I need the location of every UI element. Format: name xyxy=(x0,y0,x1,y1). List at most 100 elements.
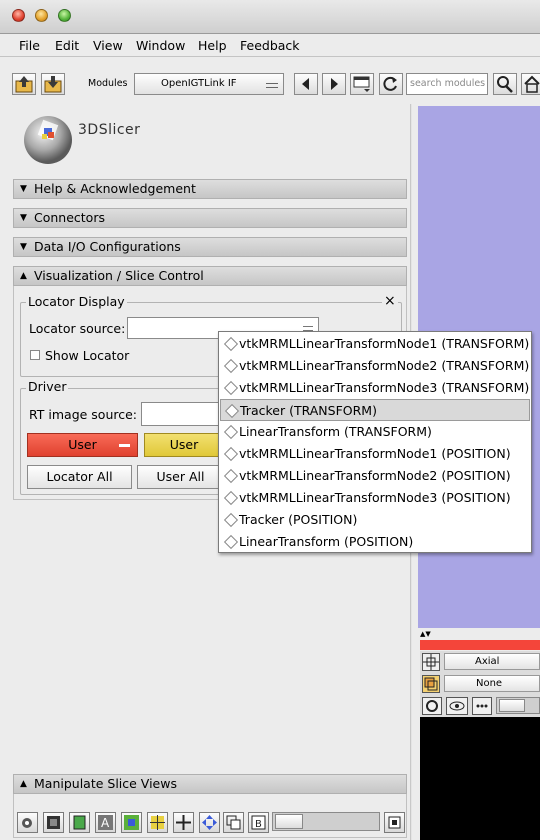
next-module-button[interactable] xyxy=(322,73,346,95)
slice-layer-button[interactable] xyxy=(422,675,440,693)
layer-toggle-button[interactable] xyxy=(384,812,405,833)
slice-controller: Axial None xyxy=(420,651,540,717)
menu-feedback[interactable]: Feedback xyxy=(240,38,300,53)
close-window-button[interactable] xyxy=(12,9,25,22)
locator-display-title: Locator Display xyxy=(26,294,127,309)
section-connectors-header[interactable]: ▼ Connectors xyxy=(13,208,407,228)
show-locator-checkbox[interactable] xyxy=(30,350,40,360)
slice-layout-button[interactable] xyxy=(43,812,64,833)
collapse-triangle-icon: ▼ xyxy=(20,242,27,252)
section-manipulate-header[interactable]: ▲ Manipulate Slice Views xyxy=(13,774,407,794)
section-visualization-header[interactable]: ▲ Visualization / Slice Control xyxy=(13,266,407,286)
folder-up-icon xyxy=(15,76,33,93)
slice-layer-value: None xyxy=(476,678,503,689)
red-slice-viewer[interactable] xyxy=(420,717,540,840)
dropdown-handle-icon xyxy=(266,83,278,88)
show-locator-label: Show Locator xyxy=(45,348,130,363)
expand-triangle-icon: ▲ xyxy=(20,271,27,281)
dropdown-option[interactable]: vtkMRMLLinearTransformNode1 (POSITION) xyxy=(220,443,530,465)
dropdown-option[interactable]: vtkMRMLLinearTransformNode3 (TRANSFORM) xyxy=(220,377,530,399)
menu-help[interactable]: Help xyxy=(198,38,227,53)
user-all-button[interactable]: User All xyxy=(137,465,224,489)
dropdown-option-highlighted[interactable]: Tracker (TRANSFORM) xyxy=(220,399,530,421)
slice-more-button[interactable] xyxy=(472,697,492,715)
close-icon[interactable]: × xyxy=(382,293,398,309)
window-title-bar xyxy=(0,0,540,34)
slicer-logo-icon xyxy=(18,108,78,168)
module-history-button[interactable] xyxy=(350,73,374,95)
refresh-button[interactable] xyxy=(379,73,403,95)
arrow-right-icon xyxy=(331,78,338,90)
modules-select[interactable]: OpenIGTLink IF xyxy=(134,73,284,95)
dropdown-option[interactable]: vtkMRMLLinearTransformNode2 (POSITION) xyxy=(220,465,530,487)
arrow-left-icon xyxy=(302,78,309,90)
section-help-header[interactable]: ▼ Help & Acknowledgement xyxy=(13,179,407,199)
overlay-squares-icon xyxy=(226,815,241,830)
annotation-button[interactable]: A xyxy=(95,812,116,833)
locator-all-button[interactable]: Locator All xyxy=(27,465,132,489)
module-selected-value: OpenIGTLink IF xyxy=(161,78,237,89)
toolbar: Modules OpenIGTLink IF search modules xyxy=(0,65,540,103)
menu-view[interactable]: View xyxy=(93,38,123,53)
search-button[interactable] xyxy=(493,73,517,95)
opacity-slider[interactable] xyxy=(272,812,380,831)
driver-user-red-button[interactable]: User xyxy=(27,433,138,457)
green-slice-button[interactable] xyxy=(69,812,90,833)
locator-source-dropdown-list: vtkMRMLLinearTransformNode1 (TRANSFORM) … xyxy=(218,331,532,553)
menu-window[interactable]: Window xyxy=(136,38,185,53)
search-modules-input[interactable]: search modules xyxy=(406,73,488,95)
opacity-slider-thumb[interactable] xyxy=(275,814,303,829)
slicer-logo-text: 3DSlicer xyxy=(78,122,141,138)
layer-b-icon: B xyxy=(251,815,266,830)
link-icon xyxy=(426,700,438,712)
slice-fit-button[interactable] xyxy=(422,653,440,671)
viewer-collapse-icon[interactable]: ▲▼ xyxy=(420,630,431,638)
view-eye-button[interactable] xyxy=(17,812,38,833)
dropdown-option[interactable]: vtkMRMLLinearTransformNode1 (TRANSFORM) xyxy=(220,333,530,355)
section-dataio-header[interactable]: ▼ Data I/O Configurations xyxy=(13,237,407,257)
slice-orientation-select[interactable]: Axial xyxy=(444,653,540,670)
dropdown-option[interactable]: vtkMRMLLinearTransformNode3 (POSITION) xyxy=(220,487,530,509)
crosshair-button[interactable] xyxy=(173,812,194,833)
slice-offset-slider-thumb[interactable] xyxy=(499,699,525,712)
move-button[interactable] xyxy=(199,812,220,833)
dropdown-option[interactable]: Tracker (POSITION) xyxy=(220,509,530,531)
layer-button[interactable]: B xyxy=(248,812,269,833)
dropdown-handle-icon xyxy=(119,444,130,447)
slice-orientation-value: Axial xyxy=(475,656,500,667)
color-grid-button[interactable] xyxy=(121,812,142,833)
letter-a-icon: A xyxy=(98,815,113,830)
dropdown-option[interactable]: LinearTransform (POSITION) xyxy=(220,531,530,553)
slice-offset-slider[interactable] xyxy=(496,697,540,714)
section-visualization-title: Visualization / Slice Control xyxy=(34,268,204,283)
save-scene-button[interactable] xyxy=(41,73,65,95)
home-button[interactable] xyxy=(521,73,540,95)
section-connectors-title: Connectors xyxy=(34,210,105,225)
menu-edit[interactable]: Edit xyxy=(55,38,79,53)
red-slice-bar xyxy=(420,640,540,650)
rt-image-source-select[interactable] xyxy=(141,402,221,426)
load-scene-button[interactable] xyxy=(12,73,36,95)
slice-layer-select[interactable]: None xyxy=(444,675,540,692)
diamond-icon xyxy=(223,380,239,396)
eye-icon xyxy=(22,818,32,828)
crosshair-yellow-button[interactable] xyxy=(147,812,168,833)
dropdown-option[interactable]: vtkMRMLLinearTransformNode2 (TRANSFORM) xyxy=(220,355,530,377)
zoom-window-button[interactable] xyxy=(58,9,71,22)
driver-user-red-label: User xyxy=(68,437,97,452)
modules-label: Modules xyxy=(88,78,128,89)
section-manipulate-title: Manipulate Slice Views xyxy=(34,776,177,791)
minimize-window-button[interactable] xyxy=(35,9,48,22)
dropdown-option[interactable]: LinearTransform (TRANSFORM) xyxy=(220,421,530,443)
layer-icon xyxy=(424,677,438,691)
window-level-button[interactable] xyxy=(223,812,244,833)
locator-source-label: Locator source: xyxy=(29,321,126,336)
move-arrows-icon xyxy=(202,815,217,830)
driver-user-yellow-button[interactable]: User xyxy=(144,433,224,457)
more-dots-icon xyxy=(476,704,488,708)
slice-visibility-button[interactable] xyxy=(446,697,468,715)
slice-link-button[interactable] xyxy=(422,697,442,715)
green-slice-icon xyxy=(73,815,86,830)
menu-file[interactable]: File xyxy=(19,38,40,53)
prev-module-button[interactable] xyxy=(294,73,318,95)
